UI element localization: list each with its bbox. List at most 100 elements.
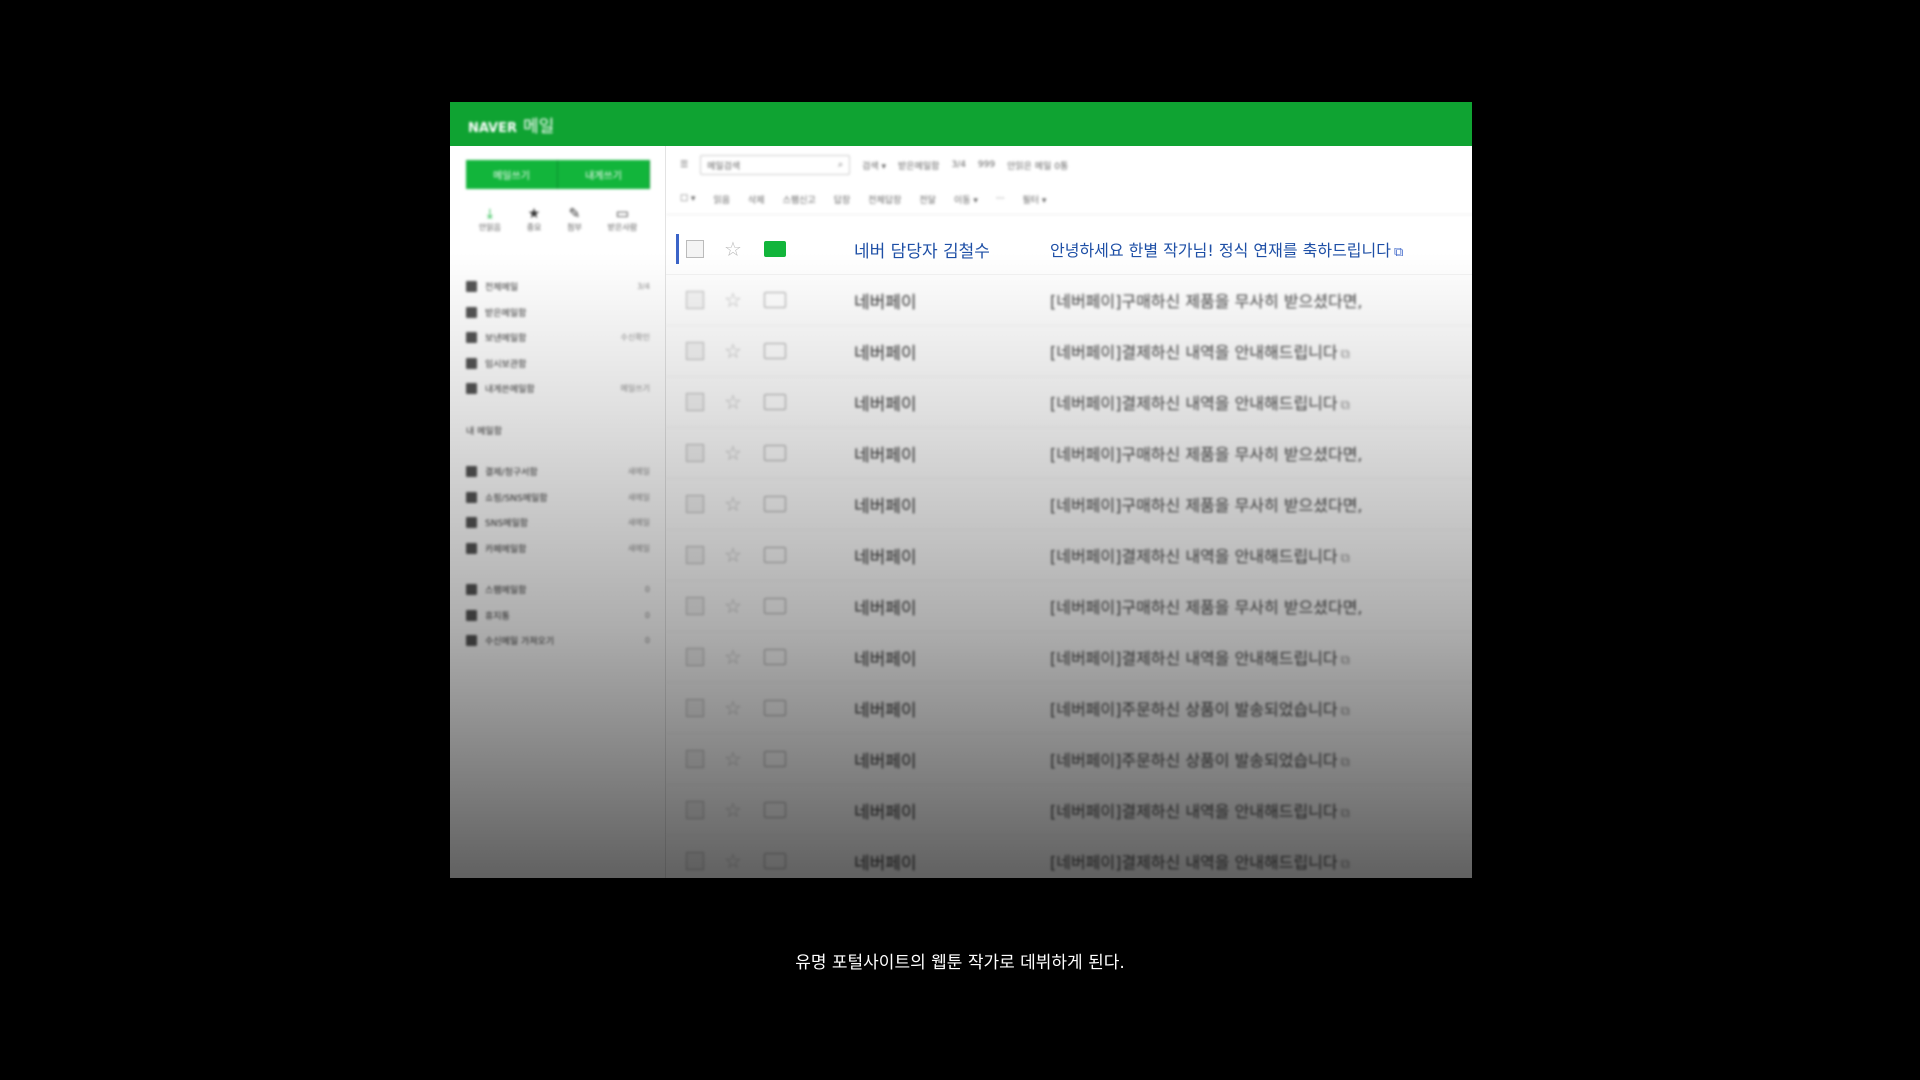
star-icon[interactable]: ☆: [724, 545, 742, 565]
external-link-icon[interactable]: ⧉: [1341, 755, 1350, 770]
search-icon[interactable]: ⌕: [838, 160, 843, 170]
row-checkbox[interactable]: [686, 852, 704, 870]
star-icon[interactable]: ☆: [724, 392, 742, 412]
email-subject[interactable]: [네버페이]구매하신 제품을 무사히 받으셨다면,: [1050, 288, 1363, 312]
star-icon[interactable]: ☆: [724, 341, 742, 361]
email-subject[interactable]: [네버페이]결제하신 내역을 안내해드립니다 ⧉: [1050, 849, 1350, 873]
row-checkbox[interactable]: [686, 801, 704, 819]
row-checkbox[interactable]: [686, 750, 704, 768]
write-to-self-button[interactable]: 내게쓰기: [558, 160, 650, 189]
external-link-icon[interactable]: ⧉: [1341, 551, 1350, 566]
email-sender[interactable]: 네버페이: [854, 645, 917, 670]
folder-billing[interactable]: 결제/청구서함 새메일: [466, 459, 650, 485]
email-subject[interactable]: [네버페이]결제하신 내역을 안내해드립니다 ⧉: [1050, 543, 1350, 567]
envelope-icon[interactable]: [764, 802, 786, 818]
envelope-icon[interactable]: [764, 292, 786, 308]
external-link-icon[interactable]: ⧉: [1341, 704, 1350, 719]
email-sender[interactable]: 네버페이: [854, 849, 917, 874]
external-link-icon[interactable]: ⧉: [1341, 857, 1350, 872]
star-icon[interactable]: ☆: [724, 800, 742, 820]
email-row[interactable]: ☆ 네버페이 [네버페이]결제하신 내역을 안내해드립니다 ⧉: [666, 530, 1472, 581]
folder-drafts[interactable]: 임시보관함: [466, 351, 650, 377]
external-link-icon[interactable]: ⧉: [1341, 653, 1350, 668]
folder-sns[interactable]: SNS메일함 새메일: [466, 510, 650, 536]
email-sender[interactable]: 네버페이: [854, 492, 917, 517]
folder-inbox[interactable]: 받은메일함: [466, 300, 650, 326]
quick-unread[interactable]: ⤓ 안읽음: [479, 206, 501, 233]
folder-spam[interactable]: 스팸메일함 0: [466, 577, 650, 603]
reply-all-button[interactable]: 전체답장: [868, 193, 901, 206]
email-subject[interactable]: [네버페이]결제하신 내역을 안내해드립니다 ⧉: [1050, 339, 1350, 363]
external-link-icon[interactable]: ⧉: [1341, 347, 1350, 362]
star-icon[interactable]: ☆: [724, 596, 742, 616]
row-checkbox[interactable]: [686, 240, 704, 258]
email-subject[interactable]: [네버페이]주문하신 상품이 발송되었습니다 ⧉: [1050, 696, 1350, 720]
email-row[interactable]: ☆ 네버페이 [네버페이]결제하신 내역을 안내해드립니다 ⧉: [666, 326, 1472, 377]
email-subject[interactable]: [네버페이]구매하신 제품을 무사히 받으셨다면,: [1050, 492, 1363, 516]
email-subject[interactable]: [네버페이]결제하신 내역을 안내해드립니다 ⧉: [1050, 798, 1350, 822]
row-checkbox[interactable]: [686, 648, 704, 666]
quick-attach[interactable]: ✎ 첨부: [567, 206, 582, 233]
envelope-icon[interactable]: [764, 700, 786, 716]
filter-dropdown[interactable]: 필터 ▾: [1023, 193, 1047, 206]
row-checkbox[interactable]: [686, 444, 704, 462]
email-sender[interactable]: 네버페이: [854, 339, 917, 364]
star-icon[interactable]: ☆: [724, 290, 742, 310]
envelope-icon[interactable]: [764, 496, 786, 512]
email-subject[interactable]: [네버페이]주문하신 상품이 발송되었습니다 ⧉: [1050, 747, 1350, 771]
star-icon[interactable]: ☆: [724, 851, 742, 871]
email-sender[interactable]: 네버페이: [854, 798, 917, 823]
email-row[interactable]: ☆ 네버페이 [네버페이]구매하신 제품을 무사히 받으셨다면,: [666, 275, 1472, 326]
email-sender[interactable]: 네버페이: [854, 543, 917, 568]
email-subject[interactable]: [네버페이]결제하신 내역을 안내해드립니다 ⧉: [1050, 645, 1350, 669]
envelope-icon[interactable]: [764, 598, 786, 614]
reply-button[interactable]: 답장: [834, 193, 851, 206]
email-sender[interactable]: 네버페이: [854, 390, 917, 415]
email-row[interactable]: ☆ 네버페이 [네버페이]주문하신 상품이 발송되었습니다 ⧉: [666, 734, 1472, 785]
star-icon[interactable]: ☆: [724, 443, 742, 463]
email-row[interactable]: ☆ 네버 담당자 김철수 안녕하세요 한별 작가님! 정식 연재를 축하드립니다 ⧉: [666, 224, 1472, 275]
search-option-dropdown[interactable]: 검색 ▾: [862, 159, 886, 172]
email-sender[interactable]: 네버페이: [854, 288, 917, 313]
spam-button[interactable]: 스팸신고: [783, 193, 816, 206]
email-sender[interactable]: 네버페이: [854, 594, 917, 619]
email-sender[interactable]: 네버페이: [854, 441, 917, 466]
email-row[interactable]: ☆ 네버페이 [네버페이]주문하신 상품이 발송되었습니다 ⧉: [666, 683, 1472, 734]
unread-summary[interactable]: 안읽은 메일 0통: [1007, 159, 1068, 172]
email-sender[interactable]: 네버페이: [854, 696, 917, 721]
envelope-icon[interactable]: [764, 445, 786, 461]
folder-trash[interactable]: 휴지통 0: [466, 603, 650, 629]
folder-shopping[interactable]: 쇼핑/SNS메일함 새메일: [466, 485, 650, 511]
star-icon[interactable]: ☆: [724, 698, 742, 718]
row-checkbox[interactable]: [686, 699, 704, 717]
row-checkbox[interactable]: [686, 393, 704, 411]
envelope-icon[interactable]: [764, 343, 786, 359]
star-icon[interactable]: ☆: [724, 647, 742, 667]
row-checkbox[interactable]: [686, 495, 704, 513]
email-row[interactable]: ☆ 네버페이 [네버페이]구매하신 제품을 무사히 받으셨다면,: [666, 479, 1472, 530]
star-icon[interactable]: ☆: [724, 239, 742, 259]
folder-cafe[interactable]: 카페메일함 새메일: [466, 536, 650, 562]
compose-button[interactable]: 메일쓰기: [466, 160, 558, 189]
row-checkbox[interactable]: [686, 291, 704, 309]
forward-button[interactable]: 전달: [919, 193, 936, 206]
folder-all[interactable]: 전체메일 3/4: [466, 274, 650, 300]
email-subject[interactable]: 안녕하세요 한별 작가님! 정식 연재를 축하드립니다 ⧉: [1050, 237, 1403, 261]
email-sender[interactable]: 네버 담당자 김철수: [854, 237, 990, 262]
envelope-icon[interactable]: [764, 394, 786, 410]
row-checkbox[interactable]: [686, 597, 704, 615]
row-checkbox[interactable]: [686, 546, 704, 564]
envelope-icon[interactable]: [764, 547, 786, 563]
move-dropdown[interactable]: 이동 ▾: [954, 193, 978, 206]
external-link-icon[interactable]: ⧉: [1341, 806, 1350, 821]
folder-sent[interactable]: 보낸메일함 수신확인: [466, 325, 650, 351]
email-subject[interactable]: [네버페이]구매하신 제품을 무사히 받으셨다면,: [1050, 441, 1363, 465]
email-row[interactable]: ☆ 네버페이 [네버페이]결제하신 내역을 안내해드립니다 ⧉: [666, 632, 1472, 683]
email-subject[interactable]: [네버페이]결제하신 내역을 안내해드립니다 ⧉: [1050, 390, 1350, 414]
email-row[interactable]: ☆ 네버페이 [네버페이]결제하신 내역을 안내해드립니다 ⧉: [666, 377, 1472, 428]
email-row[interactable]: ☆ 네버페이 [네버페이]구매하신 제품을 무사히 받으셨다면,: [666, 428, 1472, 479]
folder-self[interactable]: 내게쓴메일함 메일쓰기: [466, 376, 650, 402]
search-input[interactable]: 메일검색 ⌕: [700, 155, 851, 175]
row-checkbox[interactable]: [686, 342, 704, 360]
select-all-checkbox[interactable]: ☐ ▾: [680, 194, 695, 204]
